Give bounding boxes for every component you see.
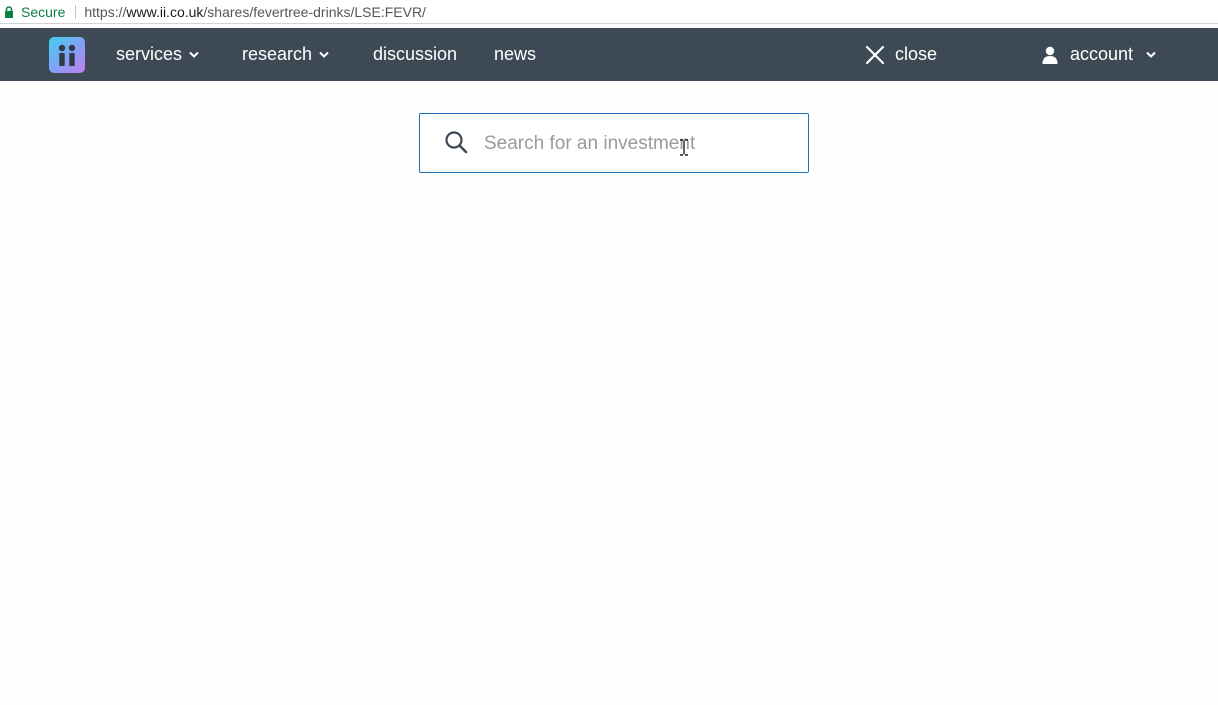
- browser-address-bar[interactable]: Secure https://www.ii.co.uk/shares/fever…: [0, 0, 1218, 24]
- nav-news[interactable]: news: [494, 28, 536, 81]
- site-navigation: services research discussion news close: [0, 28, 1218, 81]
- nav-discussion[interactable]: discussion: [373, 28, 457, 81]
- nav-research-label: research: [242, 44, 313, 64]
- nav-discussion-label: discussion: [373, 44, 458, 64]
- chevron-down-icon: [1146, 51, 1156, 58]
- chevron-down-icon: [319, 51, 329, 58]
- close-search-button[interactable]: close: [865, 28, 937, 81]
- investment-search-box[interactable]: [419, 113, 809, 173]
- text-cursor-icon: [679, 139, 689, 156]
- user-icon: [1042, 46, 1058, 64]
- search-input[interactable]: [484, 126, 794, 162]
- account-menu[interactable]: account: [1042, 28, 1156, 81]
- nav-research[interactable]: research: [242, 28, 329, 81]
- url-host: www.ii.co.uk: [126, 3, 204, 20]
- close-label: close: [895, 44, 938, 64]
- url-path: /shares/fevertree-drinks/LSE:FEVR/: [203, 3, 426, 20]
- url-text[interactable]: https://www.ii.co.uk/shares/fevertree-dr…: [84, 4, 426, 20]
- ii-logo-icon[interactable]: [49, 37, 85, 73]
- secure-label: Secure: [21, 3, 66, 20]
- url-scheme: https://: [84, 3, 127, 20]
- account-label: account: [1070, 44, 1134, 64]
- chevron-down-icon: [189, 51, 199, 58]
- close-icon: [865, 45, 885, 65]
- nav-news-label: news: [494, 44, 537, 64]
- address-divider: [75, 4, 77, 19]
- nav-services[interactable]: services: [116, 28, 199, 81]
- lock-icon: [4, 5, 14, 18]
- search-icon: [444, 130, 470, 156]
- nav-services-label: services: [116, 44, 183, 64]
